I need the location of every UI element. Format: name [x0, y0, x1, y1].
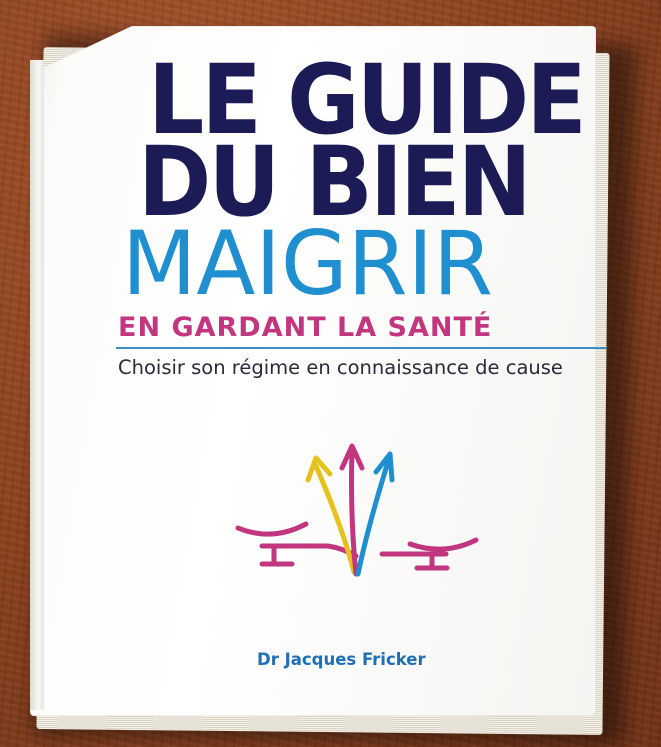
yellow-arrow-icon — [305, 455, 357, 575]
cover-content: LE GUIDE DU BIEN MAIGRIR EN GARDANT LA S… — [0, 0, 661, 747]
title-line-4: EN GARDANT LA SANTÉ — [118, 312, 493, 343]
scale-arrows-logo — [235, 443, 479, 577]
scale-left-pan-icon — [235, 521, 309, 537]
book-author: Dr Jacques Fricker — [257, 650, 426, 669]
scale-right-pan-icon — [407, 537, 479, 552]
book-subtitle: Choisir son régime en connaissance de ca… — [118, 356, 563, 379]
magenta-arrow-icon — [339, 443, 365, 577]
title-divider — [116, 347, 606, 349]
title-line-3: MAIGRIR — [122, 212, 493, 315]
